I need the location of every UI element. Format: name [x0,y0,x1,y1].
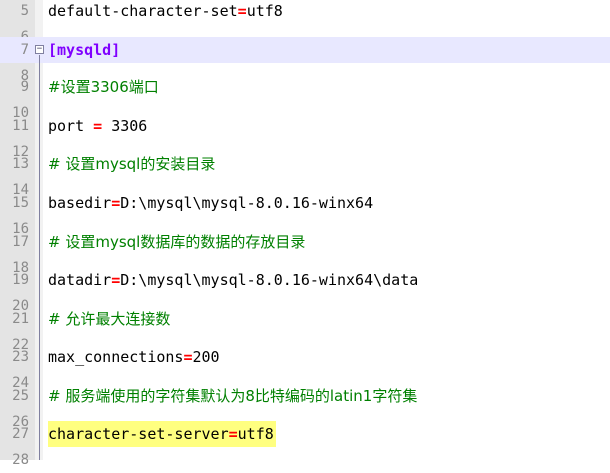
line-number: 25 [12,388,29,404]
code-editor[interactable]: 5 default-character-set=utf8 6 7 [mysqld… [0,0,610,468]
code-line[interactable]: 27 character-set-server=utf8 [0,421,610,447]
code-line[interactable]: 9 #设置3306端口 [0,74,610,100]
config-value: utf8 [237,425,274,443]
config-value: D:\mysql\mysql-8.0.16-winx64 [120,194,374,212]
line-number: 13 [12,156,29,172]
equals-operator: = [111,271,121,289]
line-number: 21 [12,311,29,327]
code-line[interactable]: 13 # 设置mysql的安装目录 [0,151,610,177]
code-line[interactable]: 23 max_connections=200 [0,344,610,370]
line-number: 27 [12,426,29,442]
line-number: 19 [12,272,29,288]
config-key: datadir [48,271,112,289]
config-value: utf8 [246,2,283,20]
code-line[interactable]: 17 # 设置mysql数据库的数据的存放目录 [0,229,610,255]
comment-content: # 设置mysql的安装目录 [48,155,216,173]
code-line[interactable]: 15 basedir=D:\mysql\mysql-8.0.16-winx64 [0,190,610,216]
comment-text[interactable]: # 设置mysql的安装目录 [48,151,215,177]
line-text[interactable]: datadir=D:\mysql\mysql-8.0.16-winx64\dat… [48,267,418,293]
equals-operator: = [93,117,103,135]
line-number: 28 [12,452,29,468]
comment-content: # 设置mysql数据库的数据的存放目录 [48,233,306,251]
comment-text[interactable]: #设置3306端口 [48,74,159,100]
line-number: 9 [20,79,29,95]
config-key: basedir [48,194,112,212]
equals-operator: = [111,194,121,212]
code-line[interactable]: 25 # 服务端使用的字符集默认为8比特编码的latin1字符集 [0,383,610,409]
code-line-current[interactable]: 7 [mysqld] [0,37,610,63]
config-value: D:\mysql\mysql-8.0.16-winx64\data [120,271,419,289]
code-line[interactable]: 11 port = 3306 [0,113,610,139]
code-line[interactable]: 21 # 允许最大连接数 [0,306,610,332]
code-line[interactable]: 5 default-character-set=utf8 [0,0,610,24]
line-text[interactable]: port = 3306 [48,113,147,139]
config-value: 200 [192,348,220,366]
config-key: port [48,117,94,135]
config-key: default-character-set [48,2,238,20]
comment-text[interactable]: # 允许最大连接数 [48,306,170,332]
config-value: 3306 [102,117,148,135]
line-number: 17 [12,234,29,250]
line-number: 5 [20,3,29,19]
line-number: 15 [12,195,29,211]
line-number: 23 [12,349,29,365]
comment-content: #设置3306端口 [48,78,159,96]
highlighted-line-text[interactable]: character-set-server=utf8 [48,421,276,447]
minus-box-icon[interactable]: − [35,45,44,54]
code-line[interactable]: 19 datadir=D:\mysql\mysql-8.0.16-winx64\… [0,267,610,293]
config-key: max_connections [48,348,184,366]
line-number: 7 [20,42,29,58]
comment-text[interactable]: # 服务端使用的字符集默认为8比特编码的latin1字符集 [48,383,417,409]
line-text[interactable]: max_connections=200 [48,344,220,370]
line-text[interactable]: basedir=D:\mysql\mysql-8.0.16-winx64 [48,190,373,216]
line-text[interactable]: default-character-set=utf8 [48,0,283,24]
equals-operator: = [228,425,238,443]
section-header[interactable]: [mysqld] [48,37,120,63]
config-key: character-set-server [48,425,229,443]
comment-content: # 服务端使用的字符集默认为8比特编码的latin1字符集 [48,387,418,405]
line-number: 11 [12,118,29,134]
equals-operator: = [237,2,247,20]
equals-operator: = [183,348,193,366]
comment-text[interactable]: # 设置mysql数据库的数据的存放目录 [48,229,305,255]
code-line[interactable]: 28 [0,447,610,473]
comment-content: # 允许最大连接数 [48,310,171,328]
